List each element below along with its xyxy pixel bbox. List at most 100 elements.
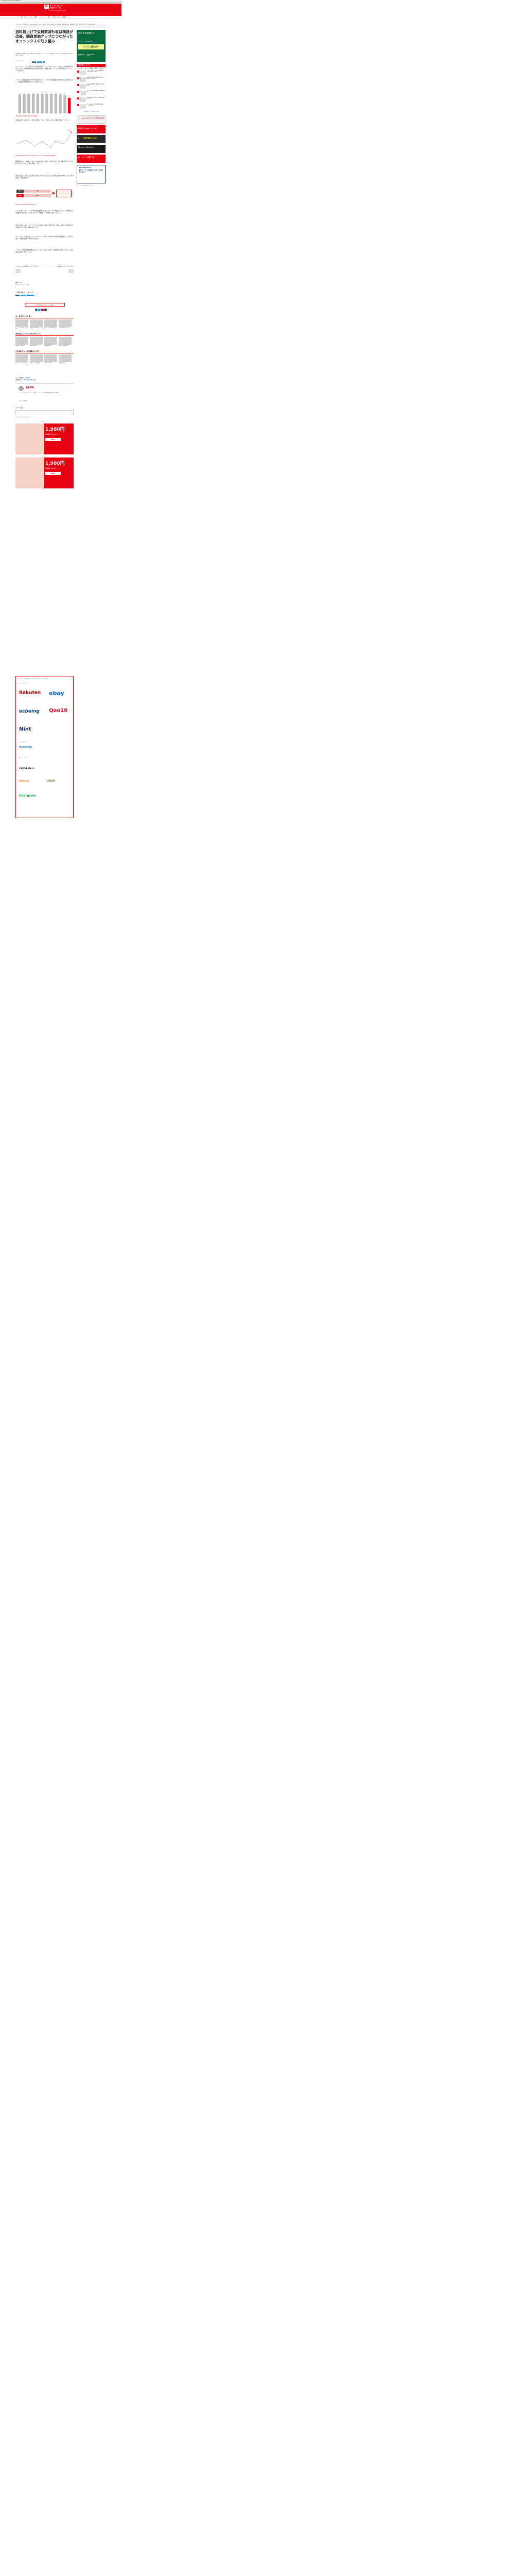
ranking-item[interactable]: 2 楽天市場の物流サービスが本格化、送料無料ラインを統一 xyxy=(77,77,106,83)
next-thumb[interactable] xyxy=(68,269,74,273)
cta-button[interactable]: 「ECで稼ぐためのヒント」を読む xyxy=(25,303,65,307)
ranking-item[interactable]: 5 EC担当者が知っておくべき最新の決済トレンド xyxy=(77,97,106,103)
sponsor-usergram[interactable]: Usergram xyxy=(19,794,36,798)
ranking-item[interactable]: 3 ZOZOの会員数データで見えた成長の鍵とは xyxy=(77,83,106,90)
other-thumb-1[interactable] xyxy=(15,354,28,362)
hatena-button[interactable]: B! xyxy=(43,61,46,63)
web-title-2[interactable]: SNS活用のコツ xyxy=(30,345,43,346)
recommend-title-1[interactable]: オイシックスの新サービスを紹介 xyxy=(15,328,29,330)
web-title-4[interactable]: SEO対策の最新情報 xyxy=(59,345,72,346)
other-title-4[interactable]: 消費者調査レポート xyxy=(59,363,72,364)
web-thumb-4[interactable] xyxy=(59,337,72,345)
sponsor-wowma[interactable]: Wowma! xyxy=(19,779,29,782)
sidebar-banner-5[interactable]: ネットショップ 運営をサポート xyxy=(77,155,106,163)
ranking-item[interactable]: 6 ネットショップの売上を伸ばす商品ページの作り方 xyxy=(77,104,106,110)
sponsor-nint[interactable]: Nint xyxy=(19,726,31,733)
sponsor-qoo10[interactable]: Qoo10 xyxy=(49,707,67,715)
paragraph-5: 送料の改定は、会員にとって購入価格の上昇につながるが、1回当たりの注文単価を上げ… xyxy=(15,175,74,179)
share-twitter-button[interactable]: ツイート xyxy=(21,294,26,297)
other-thumb-2[interactable] xyxy=(30,354,43,362)
next-article-link[interactable]: 次の記事タイトルがここに入ります › xyxy=(45,266,74,268)
recommend-title-4[interactable]: 会員数増加の施策まとめ xyxy=(59,328,72,329)
breadcrumb-text[interactable]: ネットショップ担当者フォーラム > 株式会社 > スクール事例 > 食品 > 送… xyxy=(16,24,95,25)
web-title-1[interactable]: Webマーケ最新動向 xyxy=(15,345,29,346)
recommend-title-3[interactable]: 物流コスト削減の取り組み xyxy=(44,328,58,329)
other-title-2[interactable]: 通販ビジネスの最前線 xyxy=(30,363,43,364)
nav-item-news[interactable]: ニュース xyxy=(15,17,20,19)
nav-item-seminar[interactable]: セミナー xyxy=(24,17,28,19)
rank-title[interactable]: 楽天市場の物流サービスが本格化、送料無料ラインを統一 xyxy=(87,77,105,80)
nav-item-ec[interactable]: ECで xyxy=(30,17,32,19)
chart2-point xyxy=(71,131,73,133)
mail-icon[interactable] xyxy=(44,309,47,311)
related-item[interactable]: ▸ オイシックス・ラ・大地 xyxy=(15,284,74,286)
bronze-label: ブロンズスポンサー xyxy=(18,758,28,759)
other-title-3[interactable]: 小売業のDX事例 xyxy=(44,363,58,364)
logo-line2[interactable]: 担当者フォーラム xyxy=(50,7,71,9)
sidebar-promo-kuroneko[interactable]: BtoB ECの決済なら! ヤマトグループの掛売決済代行 クロネコ掛け払い 初期… xyxy=(77,30,106,62)
recommend-thumb-1[interactable] xyxy=(15,319,28,327)
other-title-1[interactable]: ECサイトの売上を伸ばす方法 xyxy=(15,363,29,364)
prev-article-text[interactable]: 今日のおすすめ記事タイトルがここに入ります xyxy=(16,266,39,267)
recommend-title-2[interactable]: EC事業の成長戦略について xyxy=(30,328,43,329)
web-thumb-1[interactable] xyxy=(15,337,28,345)
sidebar-banner-2[interactable]: 物流だけじゃない レオレオ xyxy=(77,125,106,133)
search-icon[interactable]: Q xyxy=(69,17,70,19)
sidebar-banner-1[interactable]: ネットショップのノウハウがよくわかる本がタダ xyxy=(77,115,106,124)
rank-title[interactable]: メルカリの越境EC戦略と海外展開の現状 xyxy=(87,91,105,93)
nav-item-docs[interactable]: 資料 xyxy=(48,17,50,19)
comment-input[interactable] xyxy=(15,410,74,415)
share-hatena-button[interactable]: ブックマーク xyxy=(27,294,34,297)
ranking-item[interactable]: 1 アマゾンのAmazon Payを比較分析してわかった新しい潮流 xyxy=(77,70,106,76)
logo-mark[interactable]: ネ xyxy=(44,5,49,9)
tab-1week[interactable]: 1週間 xyxy=(86,67,96,69)
rank-title[interactable]: ZOZOの会員数データで見えた成長の鍵とは xyxy=(87,84,105,87)
related-item-text[interactable]: オイシックス・ラ・大地 xyxy=(16,284,29,285)
web-thumb-2[interactable] xyxy=(30,337,43,345)
tab-1month[interactable]: 1か月 xyxy=(96,67,106,69)
author-link-text[interactable]: ライアブの記事 xyxy=(20,401,27,402)
ranking-more-link[interactable]: 人気記事ランキングをもっと見る xyxy=(77,111,106,114)
sponsor-crossmall[interactable]: CROSS MALL xyxy=(19,767,34,770)
other-thumb-4[interactable] xyxy=(59,354,72,362)
twitter-icon[interactable] xyxy=(38,309,41,311)
sidebar-banner-4[interactable]: 売れるショップのつくり方 xyxy=(77,145,106,153)
sponsor-rakuten[interactable]: Rakuten xyxy=(19,690,41,696)
sponsor-ecbeing[interactable]: ecbeing xyxy=(19,708,40,715)
recommend-thumb-2[interactable] xyxy=(30,319,43,327)
author-link[interactable]: ▸ ライアブの記事 xyxy=(19,401,27,402)
web-thumb-3[interactable] xyxy=(44,337,57,345)
rank-title[interactable]: アマゾンのAmazon Payを比較分析してわかった新しい潮流 xyxy=(87,71,105,73)
prev-article-link[interactable]: ‹ 今日のおすすめ記事タイトルがここに入ります xyxy=(15,266,44,268)
oisix-ad-2[interactable]: 1,980円 送料無料 お試しセット Oisix xyxy=(15,457,74,488)
nav-item-case[interactable]: 事例 xyxy=(21,17,23,19)
chart-members: 210 212 213 214 215 216 217 217 215 210 205 170 xyxy=(15,89,74,115)
nav-item-ectech[interactable]: EC技術ビジネス xyxy=(52,17,60,19)
oisix-ad-1[interactable]: 1,980円 送料無料 お試しセット Oisix xyxy=(15,423,74,454)
recommend-thumb-4[interactable] xyxy=(59,319,72,327)
nav-item-solution[interactable]: ソリューション xyxy=(39,17,47,19)
category-value[interactable]: 食品・飲料, 通販, 物流 xyxy=(24,379,36,381)
tweet-button[interactable]: ツイート xyxy=(37,61,42,63)
ranking-item[interactable]: 4 メルカリの越境EC戦略と海外展開の現状 xyxy=(77,90,106,96)
sponsor-ebay[interactable]: ebay xyxy=(49,690,64,698)
rank-title[interactable]: EC担当者が知っておくべき最新の決済トレンド xyxy=(87,97,105,100)
sponsor-cream[interactable]: CREAM xyxy=(47,779,55,782)
facebook-icon[interactable] xyxy=(35,309,38,311)
tab-1day[interactable]: 1日 xyxy=(77,67,86,69)
recommend-thumb-3[interactable] xyxy=(44,319,57,327)
other-thumb-3[interactable] xyxy=(44,354,57,362)
next-article-text[interactable]: 次の記事タイトルがここに入ります xyxy=(56,266,73,267)
sidebar-nint-ad[interactable]: Nint Research 競合メーカーの商品はどうやって売れているか? xyxy=(77,165,106,183)
nav-item-strategy[interactable]: 経営戦略 xyxy=(62,17,66,19)
like-button[interactable]: いいね xyxy=(32,61,37,63)
sidebar-banner-3[interactable]: スイーツ通販 集客を大成功! xyxy=(77,135,106,143)
prev-thumb[interactable] xyxy=(15,269,21,273)
rank-title[interactable]: ネットショップの売上を伸ばす商品ページの作り方 xyxy=(87,104,105,107)
web-title-3[interactable]: 広告運用の基本 xyxy=(44,345,58,346)
nav-item-glossary[interactable]: 用語集 xyxy=(34,17,37,19)
share-facebook-button[interactable]: いいね xyxy=(15,294,20,297)
rank-thumb xyxy=(80,71,86,75)
sponsor-futureshop[interactable]: futureshop xyxy=(19,745,32,748)
rss-icon[interactable] xyxy=(41,309,44,311)
